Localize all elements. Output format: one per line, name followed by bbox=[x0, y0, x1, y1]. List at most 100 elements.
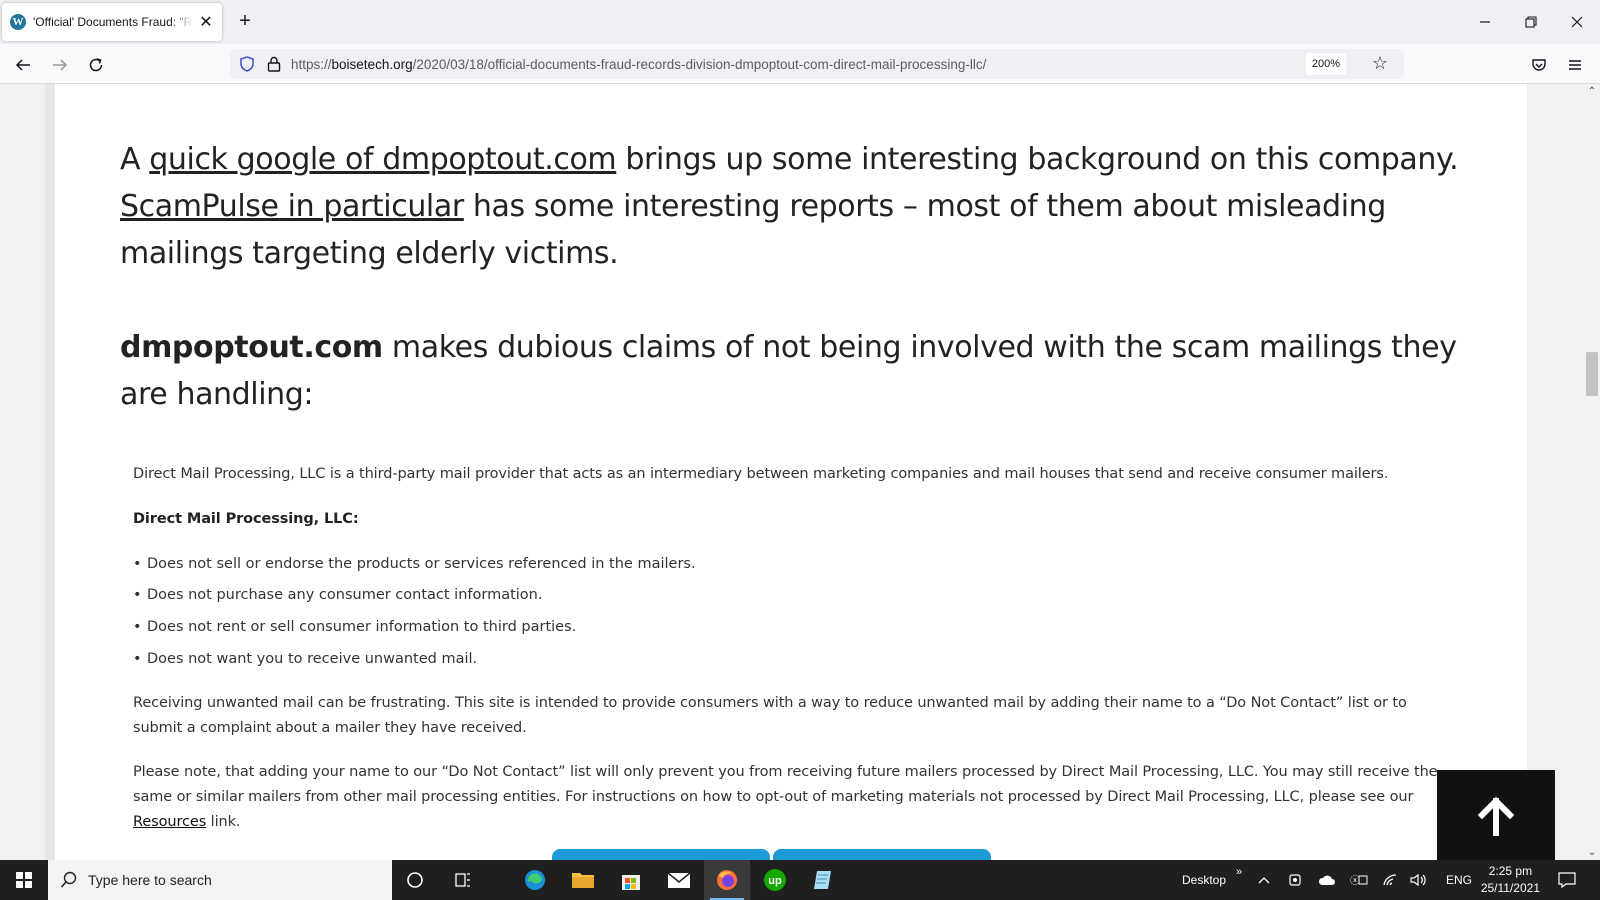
notepad-icon bbox=[814, 871, 831, 889]
article-body: A quick google of dmpoptout.com brings u… bbox=[55, 84, 1527, 860]
paragraph-dubious-claims: dmpoptout.com makes dubious claims of no… bbox=[120, 324, 1460, 418]
link-scampulse[interactable]: ScamPulse in particular bbox=[120, 189, 464, 224]
task-view-icon bbox=[455, 873, 470, 887]
resources-link[interactable]: Resources bbox=[133, 814, 206, 830]
upwork-app-button[interactable]: up bbox=[752, 860, 798, 900]
paragraph-background: A quick google of dmpoptout.com brings u… bbox=[120, 136, 1460, 277]
store-icon bbox=[622, 875, 640, 890]
pocket-button[interactable] bbox=[1524, 50, 1554, 80]
speaker-icon bbox=[1410, 873, 1426, 887]
show-hidden-icons-button[interactable] bbox=[1258, 860, 1270, 900]
scrollbar-thumb[interactable] bbox=[1586, 352, 1598, 396]
notepad-app-button[interactable] bbox=[800, 860, 846, 900]
arrow-left-icon bbox=[15, 59, 30, 71]
mail-envelope-icon bbox=[667, 872, 691, 888]
browser-tab-active[interactable]: W 'Official' Documents Fraud: "Records D… bbox=[2, 3, 222, 41]
language-indicator[interactable]: ENG bbox=[1446, 860, 1472, 900]
network-button[interactable] bbox=[1382, 860, 1398, 900]
camera-icon bbox=[1289, 874, 1301, 886]
navigation-toolbar: https://boisetech.org/2020/03/18/officia… bbox=[0, 44, 1600, 84]
start-button[interactable] bbox=[0, 860, 48, 900]
microsoft-store-button[interactable] bbox=[608, 860, 654, 900]
firefox-app-button[interactable] bbox=[704, 860, 750, 900]
action-button-2[interactable] bbox=[773, 849, 991, 860]
new-tab-button[interactable]: + bbox=[234, 10, 256, 32]
pocket-icon bbox=[1532, 59, 1546, 71]
search-icon bbox=[60, 871, 77, 888]
forward-button[interactable] bbox=[45, 50, 75, 80]
chevron-up-icon bbox=[1258, 877, 1270, 884]
bold-domain: dmpoptout.com bbox=[120, 330, 383, 365]
text: A bbox=[120, 142, 150, 177]
tab-strip: W 'Official' Documents Fraud: "Records D… bbox=[0, 0, 1600, 44]
quote-intro: Direct Mail Processing, LLC is a third-p… bbox=[133, 466, 1389, 482]
text: brings up some interesting background on… bbox=[616, 142, 1459, 177]
task-view-button[interactable] bbox=[440, 860, 486, 900]
page-scrollbar[interactable]: ⌃ ⌄ bbox=[1584, 84, 1600, 860]
list-item: Does not purchase any consumer contact i… bbox=[133, 587, 543, 603]
close-window-button[interactable] bbox=[1554, 0, 1600, 44]
taskbar-search-box[interactable]: Type here to search bbox=[48, 860, 392, 900]
input-method-button[interactable]: ⓧ bbox=[1350, 860, 1368, 900]
page-viewport: A quick google of dmpoptout.com brings u… bbox=[0, 84, 1600, 860]
back-button[interactable] bbox=[8, 50, 38, 80]
arrow-right-icon bbox=[53, 59, 68, 71]
clock-date: 25/11/2021 bbox=[1480, 881, 1540, 895]
quote-heading: Direct Mail Processing, LLC: bbox=[133, 511, 359, 527]
tab-title: 'Official' Documents Fraud: "Records Div… bbox=[33, 15, 193, 29]
zoom-level-button[interactable]: 200% bbox=[1305, 53, 1346, 75]
cortana-button[interactable] bbox=[392, 860, 438, 900]
url-text[interactable]: https://boisetech.org/2020/03/18/officia… bbox=[291, 57, 986, 72]
cortana-circle-icon bbox=[407, 872, 423, 888]
edge-app-button[interactable] bbox=[512, 860, 558, 900]
edge-browser-icon bbox=[525, 870, 545, 890]
text: Please note, that adding your name to ou… bbox=[133, 764, 1438, 805]
upwork-icon: up bbox=[764, 869, 786, 891]
notification-center-button[interactable] bbox=[1558, 860, 1576, 900]
list-item: Does not sell or endorse the products or… bbox=[133, 556, 696, 572]
meet-now-button[interactable] bbox=[1288, 860, 1302, 900]
scroll-to-top-button[interactable] bbox=[1437, 770, 1555, 860]
close-icon bbox=[1571, 16, 1583, 28]
system-clock[interactable]: 2:25 pm 25/11/2021 bbox=[1481, 863, 1540, 897]
scroll-up-arrow-icon[interactable]: ⌃ bbox=[1584, 86, 1600, 97]
volume-button[interactable] bbox=[1410, 860, 1428, 900]
page-left-border bbox=[45, 84, 55, 860]
desktop-toolbar-label[interactable]: Desktop bbox=[1182, 860, 1226, 900]
quote-paragraph-2: Receiving unwanted mail can be frustrati… bbox=[133, 695, 1407, 736]
notification-speech-bubble-icon bbox=[1558, 872, 1576, 888]
text: link. bbox=[206, 814, 241, 830]
windows-taskbar: Type here to search up Desktop » ⓧ ENG 2… bbox=[0, 860, 1600, 900]
quote-paragraph-3: Please note, that adding your name to ou… bbox=[133, 760, 1453, 835]
mail-app-button[interactable] bbox=[656, 860, 702, 900]
folder-icon bbox=[572, 873, 594, 888]
clock-time: 2:25 pm bbox=[1488, 864, 1533, 878]
address-bar[interactable]: https://boisetech.org/2020/03/18/officia… bbox=[230, 49, 1404, 79]
file-explorer-button[interactable] bbox=[560, 860, 606, 900]
keyboard-ime-icon: ⓧ bbox=[1350, 875, 1368, 887]
tracking-protection-shield-icon[interactable] bbox=[239, 56, 255, 72]
restore-icon bbox=[1525, 16, 1537, 28]
url-path: /2020/03/18/official-documents-fraud-rec… bbox=[412, 56, 987, 72]
hamburger-menu-icon bbox=[1569, 60, 1581, 70]
action-button-1[interactable] bbox=[552, 849, 770, 860]
reload-button[interactable] bbox=[81, 50, 111, 80]
app-menu-button[interactable] bbox=[1560, 50, 1590, 80]
minimize-button[interactable] bbox=[1462, 0, 1508, 44]
link-quick-google[interactable]: quick google of dmpoptout.com bbox=[149, 142, 616, 177]
bookmark-star-icon[interactable]: ☆ bbox=[1372, 53, 1388, 74]
list-item: Does not rent or sell consumer informati… bbox=[133, 619, 576, 635]
tab-close-icon[interactable]: ✕ bbox=[198, 12, 214, 32]
restore-button[interactable] bbox=[1508, 0, 1554, 44]
firefox-icon bbox=[717, 870, 737, 890]
scroll-down-arrow-icon[interactable]: ⌄ bbox=[1584, 847, 1600, 858]
onedrive-button[interactable] bbox=[1318, 860, 1336, 900]
reload-icon bbox=[89, 58, 103, 72]
toolbar-overflow-chevron[interactable]: » bbox=[1236, 852, 1242, 892]
cloud-icon bbox=[1318, 875, 1335, 885]
windows-logo-icon bbox=[16, 872, 32, 888]
lock-icon[interactable] bbox=[267, 56, 281, 72]
list-item: Does not want you to receive unwanted ma… bbox=[133, 651, 477, 667]
search-placeholder: Type here to search bbox=[88, 872, 212, 888]
minimize-icon bbox=[1480, 21, 1490, 23]
